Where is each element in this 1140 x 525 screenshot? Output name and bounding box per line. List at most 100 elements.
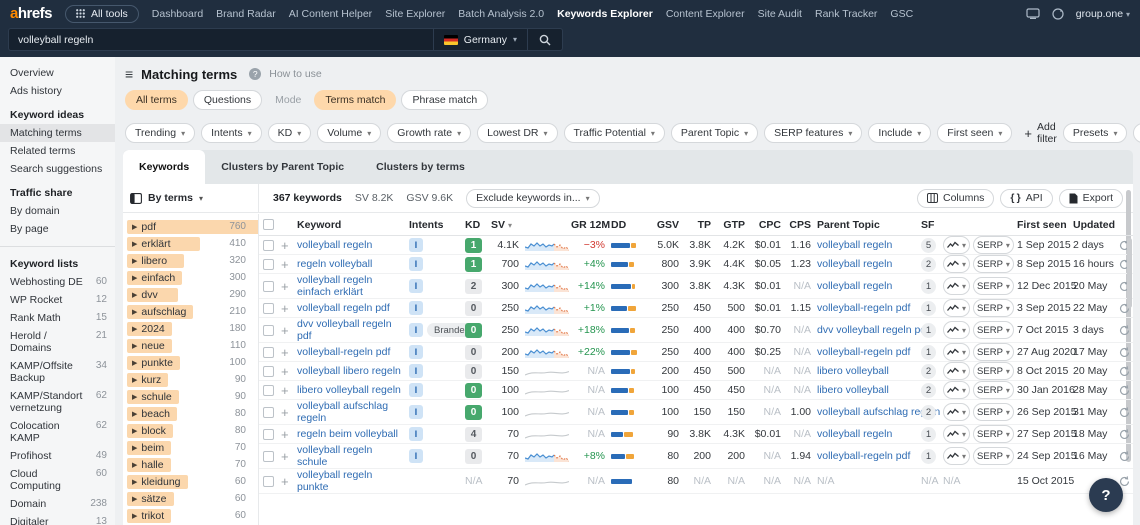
parent-topic-link[interactable]: volleyball regeln (817, 428, 892, 440)
refresh-icon[interactable] (1119, 450, 1133, 462)
term-bar-schule[interactable]: ▶ schule (127, 389, 179, 404)
country-selector[interactable]: Germany ▾ (432, 29, 527, 50)
parent-topic-link[interactable]: volleyball-regeln pdf (817, 302, 910, 314)
sidebar-item-ads-history[interactable]: Ads history (0, 82, 115, 100)
expand-caret-icon[interactable]: ▶ (132, 274, 137, 282)
all-tools-button[interactable]: All tools (65, 4, 139, 23)
add-to-list-button[interactable]: + (281, 427, 297, 442)
col-header-first-seen[interactable]: First seen (1017, 219, 1073, 231)
nav-item-site-explorer[interactable]: Site Explorer (385, 8, 445, 20)
refresh-icon[interactable] (1119, 324, 1133, 336)
col-header-updated[interactable]: Updated (1073, 219, 1119, 231)
row-checkbox[interactable] (263, 258, 274, 270)
col-header-parent-topic[interactable]: Parent Topic (817, 219, 921, 231)
term-bar-neue[interactable]: ▶ neue (127, 338, 172, 353)
nav-item-keywords-explorer[interactable]: Keywords Explorer (557, 8, 653, 20)
term-bar-einfach[interactable]: ▶ einfach (127, 270, 183, 285)
parent-topic-link[interactable]: volleyball regeln (817, 280, 892, 292)
search-query[interactable]: volleyball regeln (9, 34, 433, 46)
account-menu[interactable]: group.one ▾ (1076, 8, 1130, 20)
position-history-button[interactable]: ▾ (943, 277, 970, 295)
col-header-cpc[interactable]: CPC (751, 219, 787, 231)
col-header-dd[interactable]: DD (611, 219, 647, 231)
expand-caret-icon[interactable]: ▶ (132, 427, 137, 435)
col-header-gsv[interactable]: GSV (647, 219, 685, 231)
add-to-list-button[interactable]: + (281, 279, 297, 294)
filter-intents[interactable]: Intents ▾ (201, 123, 262, 143)
expand-caret-icon[interactable]: ▶ (132, 444, 137, 452)
filter-lowest-dr[interactable]: Lowest DR ▾ (477, 123, 558, 143)
position-history-button[interactable]: ▾ (943, 321, 970, 339)
add-to-list-button[interactable]: + (281, 257, 297, 272)
col-header-gr-12m[interactable]: GR 12M (571, 219, 611, 231)
help-fab-button[interactable]: ? (1089, 478, 1123, 512)
term-bar-dvv[interactable]: ▶ dvv (127, 287, 179, 302)
filter-trending[interactable]: Trending ▾ (125, 123, 196, 143)
sidebar-item-by-domain[interactable]: By domain (0, 202, 115, 220)
add-to-list-button[interactable]: + (281, 383, 297, 398)
sidebar-item-related-terms[interactable]: Related terms (0, 142, 115, 160)
keyword-list-item[interactable]: WP Rocket 12 (0, 291, 115, 309)
tab-clusters-by-terms[interactable]: Clusters by terms (360, 150, 481, 184)
expand-caret-icon[interactable]: ▶ (132, 359, 137, 367)
bookmark-button[interactable] (1133, 123, 1140, 143)
keyword-link[interactable]: volleyball regeln punkte (297, 465, 372, 497)
serp-button[interactable]: SERP ▾ (973, 321, 1014, 339)
add-to-list-button[interactable]: + (281, 364, 297, 379)
col-header-intents[interactable]: Intents (409, 219, 465, 231)
expand-caret-icon[interactable]: ▶ (132, 410, 137, 418)
search-button[interactable] (527, 29, 562, 50)
position-history-button[interactable]: ▾ (943, 403, 970, 421)
nav-item-dashboard[interactable]: Dashboard (152, 8, 203, 20)
keyword-list-item[interactable]: Profihost 49 (0, 447, 115, 465)
add-to-list-button[interactable]: + (281, 405, 297, 420)
keyword-link[interactable]: volleyball regeln (297, 235, 376, 255)
position-history-button[interactable]: ▾ (943, 362, 970, 380)
parent-topic-link[interactable]: dvv volleyball regeln pdf (817, 324, 929, 336)
col-header-tp[interactable]: TP (685, 219, 717, 231)
nav-item-site-audit[interactable]: Site Audit (758, 8, 802, 20)
help-ring-icon[interactable] (1052, 7, 1064, 20)
add-to-list-button[interactable]: + (281, 238, 297, 253)
how-to-use-link[interactable]: How to use (269, 68, 322, 80)
position-history-button[interactable]: ▾ (943, 255, 970, 273)
filter-first-seen[interactable]: First seen ▾ (937, 123, 1013, 143)
expand-caret-icon[interactable]: ▶ (132, 291, 137, 299)
sidebar-item-search-suggestions[interactable]: Search suggestions (0, 160, 115, 178)
row-checkbox[interactable] (263, 428, 274, 440)
chip-terms-match[interactable]: Terms match (314, 90, 397, 110)
serp-button[interactable]: SERP ▾ (973, 425, 1014, 443)
presets-button[interactable]: Presets ▾ (1062, 123, 1128, 143)
expand-caret-icon[interactable]: ▶ (132, 257, 137, 265)
col-header-sv[interactable]: SV ▾ (491, 219, 525, 231)
expand-caret-icon[interactable]: ▶ (132, 512, 137, 520)
row-checkbox[interactable] (263, 324, 274, 336)
sidebar-item-by-page[interactable]: By page (0, 220, 115, 238)
nav-item-ai-content-helper[interactable]: AI Content Helper (289, 8, 372, 20)
col-header-sf[interactable]: SF (921, 219, 943, 231)
nav-item-batch-analysis-2-0[interactable]: Batch Analysis 2.0 (458, 8, 544, 20)
api-button[interactable]: { } API (1000, 188, 1053, 208)
sidebar-item-matching-terms[interactable]: Matching terms (0, 124, 115, 142)
parent-topic-link[interactable]: libero volleyball (817, 384, 889, 396)
serp-button[interactable]: SERP ▾ (973, 255, 1014, 273)
term-bar-trikot[interactable]: ▶ trikot (127, 508, 172, 523)
position-history-button[interactable]: ▾ (943, 343, 970, 361)
parent-topic-link[interactable]: volleyball-regeln pdf (817, 450, 910, 462)
filter-volume[interactable]: Volume ▾ (317, 123, 382, 143)
term-bar-erkl-rt[interactable]: ▶ erklärt (127, 236, 200, 251)
refresh-icon[interactable] (1119, 428, 1133, 440)
keyword-list-item[interactable]: Webhosting DE 60 (0, 273, 115, 291)
filter-include[interactable]: Include ▾ (868, 123, 932, 143)
term-bar-punkte[interactable]: ▶ punkte (127, 355, 180, 370)
parent-topic-link[interactable]: libero volleyball (817, 365, 889, 377)
serp-button[interactable]: SERP ▾ (973, 403, 1014, 421)
col-header-keyword[interactable]: Keyword (297, 219, 409, 231)
columns-button[interactable]: Columns (916, 188, 995, 208)
export-button[interactable]: Export (1058, 188, 1123, 208)
expand-caret-icon[interactable]: ▶ (132, 393, 137, 401)
term-bar-aufschlag[interactable]: ▶ aufschlag (127, 304, 194, 319)
exclude-keywords-button[interactable]: Exclude keywords in... ▾ (466, 188, 600, 208)
serp-button[interactable]: SERP ▾ (973, 362, 1014, 380)
term-bar-kleidung[interactable]: ▶ kleidung (127, 474, 188, 489)
